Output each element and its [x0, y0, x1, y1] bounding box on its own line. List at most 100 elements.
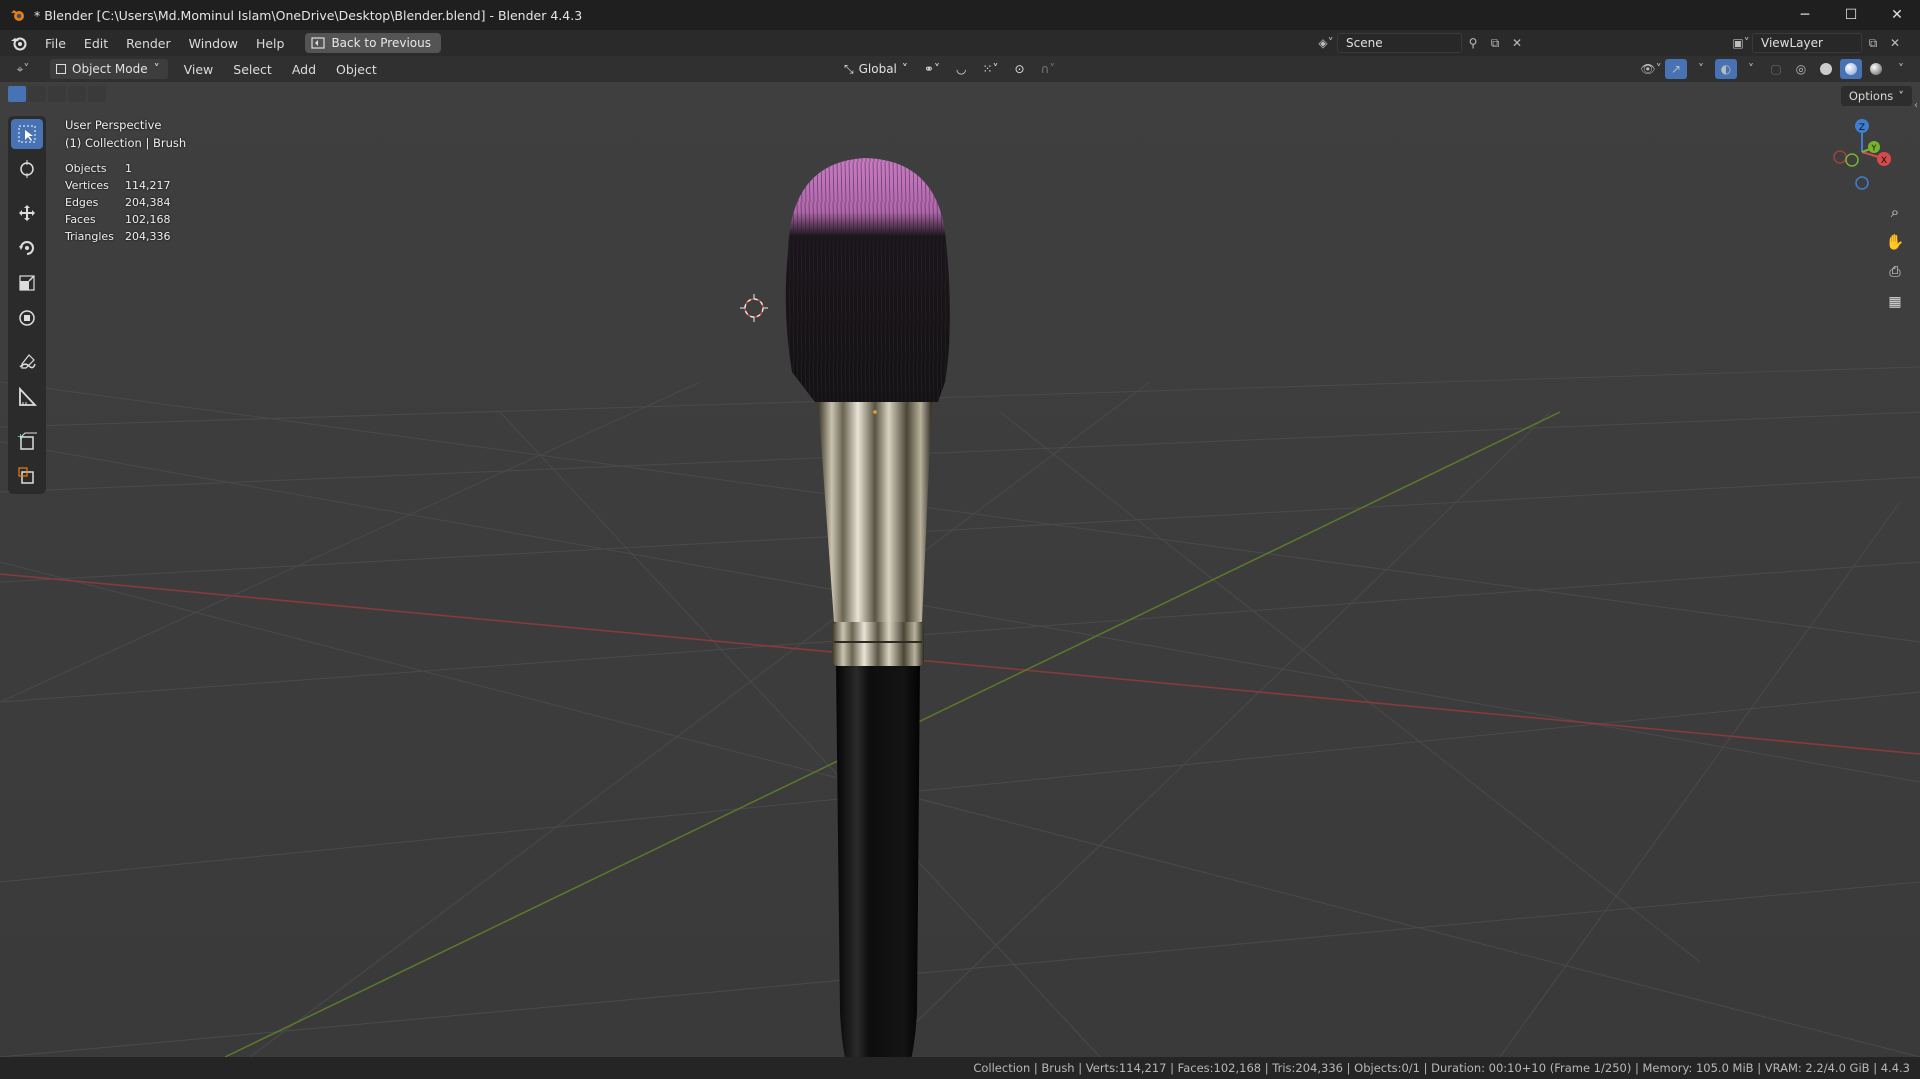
overlays-dropdown[interactable]: ˅ [1740, 59, 1762, 79]
select-box-tool[interactable] [11, 119, 43, 149]
scale-tool[interactable] [11, 268, 43, 298]
overlays-toggle[interactable]: ◐ [1715, 59, 1737, 79]
snap-target-dropdown[interactable]: ⁙˅ [976, 59, 1004, 79]
editor-type-button[interactable]: ⌖˅ [12, 59, 34, 79]
rotate-tool[interactable] [11, 233, 43, 263]
visibility-dropdown[interactable]: 👁˅ [1640, 59, 1662, 79]
delete-view-layer-button[interactable]: ✕ [1884, 33, 1906, 53]
status-bar: Collection | Brush | Verts:114,217 | Fac… [0, 1057, 1920, 1079]
measure-tool[interactable] [11, 382, 43, 412]
select-new-button[interactable] [8, 86, 26, 102]
gizmo-neg-z[interactable] [1855, 176, 1869, 190]
menu-file[interactable]: File [36, 36, 75, 51]
zoom-button[interactable]: ⌕ [1882, 200, 1908, 224]
magnifier-icon: ⌕ [1890, 203, 1900, 221]
menu-edit[interactable]: Edit [75, 36, 117, 51]
menu-object[interactable]: Object [326, 62, 387, 77]
new-view-layer-button[interactable]: ⧉ [1862, 33, 1884, 53]
blender-logo-icon[interactable] [10, 34, 28, 52]
viewport-scene [0, 82, 1920, 1057]
spin-tool[interactable] [11, 461, 43, 491]
magnet-icon: ◡ [955, 62, 967, 76]
add-cube-tool[interactable]: + [11, 426, 43, 456]
3d-viewport[interactable]: + User Perspective (1) Collection | Brus… [0, 82, 1920, 1057]
gizmo-neg-y[interactable] [1845, 153, 1859, 167]
scene-browse-button[interactable]: ◈˅ [1315, 33, 1337, 53]
menu-add[interactable]: Add [282, 62, 326, 77]
status-info: Collection | Brush | Verts:114,217 | Fac… [973, 1061, 1910, 1075]
sidebar-toggle-icon[interactable]: ‹ [1914, 100, 1918, 111]
object-mode-dropdown[interactable]: Object Mode ˅ [50, 59, 168, 79]
camera-view-button[interactable]: ⎙ [1882, 260, 1908, 284]
stat-value: 102,168 [125, 213, 171, 226]
pan-button[interactable]: ✋ [1882, 230, 1908, 254]
back-to-previous-button[interactable]: Back to Previous [305, 33, 441, 53]
orientation-icon: ⤡ [844, 61, 854, 76]
gizmo-toggle[interactable]: ↗ [1665, 59, 1687, 79]
xray-toggle[interactable]: ▢ [1765, 59, 1787, 79]
delete-scene-button[interactable]: ✕ [1506, 33, 1528, 53]
chevron-down-icon: ˅ [1698, 62, 1704, 76]
stat-row: Objects 1 [65, 162, 171, 179]
falloff-dropdown[interactable]: ∩˅ [1035, 59, 1062, 79]
gizmo-dropdown[interactable]: ˅ [1690, 59, 1712, 79]
shading-dropdown[interactable]: ˅ [1890, 59, 1912, 79]
annotate-tool[interactable] [11, 347, 43, 377]
hand-icon: ✋ [1885, 233, 1905, 251]
view-layer-name-field[interactable]: ViewLayer [1752, 33, 1862, 53]
blender-app-icon [11, 10, 24, 21]
close-button[interactable]: ✕ [1874, 0, 1920, 30]
cursor-tool[interactable] [11, 154, 43, 184]
chevron-down-icon: ˅ [153, 62, 160, 76]
view-layer-browse-button[interactable]: ▣˅ [1730, 33, 1752, 53]
brush-ferrule [818, 400, 932, 622]
wireframe-shading-button[interactable]: ◎ [1790, 59, 1812, 79]
gizmo-z-label: Z [1859, 123, 1865, 133]
rendered-icon [1870, 63, 1882, 75]
proportional-edit-toggle[interactable]: ⊙ [1009, 59, 1031, 79]
menu-select[interactable]: Select [223, 62, 282, 77]
object-mode-label: Object Mode [72, 62, 148, 76]
move-tool[interactable] [11, 198, 43, 228]
menu-help[interactable]: Help [247, 36, 294, 51]
scene-name-field[interactable]: Scene [1337, 33, 1462, 53]
navigation-gizmo[interactable]: Z X Y [1822, 112, 1902, 192]
transform-orientation-dropdown[interactable]: ⤡ Global ˅ [838, 59, 914, 79]
select-subtract-button[interactable] [48, 86, 66, 102]
snap-toggle[interactable]: ◡ [950, 59, 972, 79]
pencil-icon [19, 354, 36, 369]
stat-label: Triangles [65, 230, 114, 243]
ruler-icon [19, 387, 37, 406]
transform-tool[interactable] [11, 303, 43, 333]
stat-label: Faces [65, 213, 96, 226]
top-menu-bar: File Edit Render Window Help Back to Pre… [0, 30, 1920, 56]
brush-handle [836, 664, 920, 1057]
perspective-toggle-button[interactable]: ▦ [1882, 290, 1908, 314]
stat-label: Edges [65, 196, 99, 209]
menu-view[interactable]: View [174, 62, 224, 77]
scene-selector: ◈˅ Scene ⚲ ⧉ ✕ [1315, 33, 1528, 53]
gizmo-x-label: X [1881, 156, 1887, 166]
pin-scene-button[interactable]: ⚲ [1462, 33, 1484, 53]
viewport-header: ⌖˅ Object Mode ˅ View Select Add Object … [0, 56, 1920, 82]
camera-icon: ⎙ [1889, 264, 1901, 280]
solid-shading-button[interactable] [1815, 59, 1837, 79]
pivot-point-dropdown[interactable]: ⚭˅ [918, 59, 946, 79]
x-icon: ✕ [1889, 36, 1901, 50]
gizmo-neg-x[interactable] [1833, 150, 1847, 164]
menu-render[interactable]: Render [117, 36, 180, 51]
minimize-button[interactable]: ─ [1782, 0, 1828, 30]
menu-window[interactable]: Window [180, 36, 247, 51]
chevron-down-icon: ˅ [901, 62, 908, 76]
options-dropdown[interactable]: Options ˅ [1840, 86, 1912, 106]
select-intersect-button[interactable] [88, 86, 106, 102]
stat-label: Vertices [65, 179, 109, 192]
object-mode-icon [56, 64, 66, 74]
select-extend-button[interactable] [28, 86, 46, 102]
scene-icon: ◈˅ [1318, 36, 1334, 50]
material-preview-button[interactable] [1840, 59, 1862, 79]
rendered-shading-button[interactable] [1865, 59, 1887, 79]
new-scene-button[interactable]: ⧉ [1484, 33, 1506, 53]
maximize-button[interactable]: ☐ [1828, 0, 1874, 30]
select-invert-button[interactable] [68, 86, 86, 102]
